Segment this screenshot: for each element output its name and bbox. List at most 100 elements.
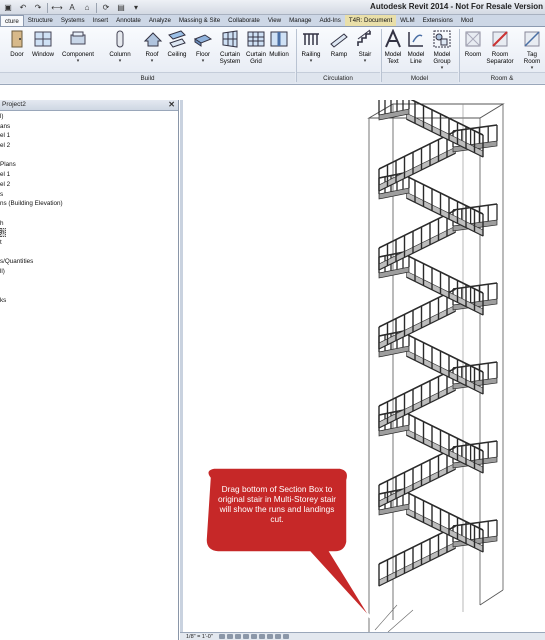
chevron-down-icon[interactable]: ▾ — [108, 58, 132, 65]
model-group-button[interactable]: Model Group ▾ — [431, 29, 453, 72]
tab-manage[interactable]: Manage — [285, 15, 315, 26]
tree-item[interactable]: s — [0, 190, 178, 200]
tab-add-ins[interactable]: Add-Ins — [316, 15, 345, 26]
open-icon[interactable]: ▣ — [2, 2, 14, 13]
room-separator-icon — [492, 31, 508, 47]
tree-item[interactable]: ll) — [0, 267, 178, 277]
tab-insert[interactable]: Insert — [89, 15, 112, 26]
tree-item[interactable]: t — [0, 238, 178, 248]
tab-t4r-document[interactable]: T4R: Document — [344, 15, 397, 26]
room-button[interactable]: Room — [462, 29, 484, 58]
tree-item[interactable]: el 2 — [0, 180, 178, 190]
close-icon[interactable]: ✕ — [168, 100, 175, 109]
tree-item[interactable]: s/Quantities — [0, 257, 178, 267]
window-button[interactable]: Window — [30, 29, 56, 58]
chevron-down-icon[interactable]: ▾ — [298, 58, 324, 65]
mullion-button[interactable]: Mullion — [266, 29, 292, 58]
crop-view-icon[interactable] — [250, 634, 257, 639]
chevron-down-icon[interactable]: ▾ — [354, 58, 376, 65]
lock-view-icon[interactable] — [266, 634, 273, 639]
tab-annotate[interactable]: Annotate — [112, 15, 145, 26]
tab-cture[interactable]: cture — [0, 15, 24, 26]
show-crop-icon[interactable] — [258, 634, 265, 639]
stair-level[interactable] — [378, 100, 498, 192]
3d-view-icon[interactable]: ⌂ — [81, 2, 93, 13]
column-button[interactable]: Column ▾ — [108, 29, 132, 65]
door-button[interactable]: Door — [6, 29, 28, 58]
chevron-down-icon[interactable]: ▾ — [192, 58, 214, 65]
tree-item[interactable]: l) — [0, 112, 178, 122]
chevron-down-icon[interactable]: ▾ — [431, 65, 453, 72]
sun-path-icon[interactable] — [234, 634, 241, 639]
multi-storey-stair-3d-view[interactable] — [183, 100, 545, 633]
tree-item[interactable] — [0, 286, 178, 296]
tree-item[interactable]: Plans — [0, 160, 178, 170]
tree-item[interactable]: ans — [0, 122, 178, 132]
curtain-grid-button[interactable]: Curtain Grid — [244, 29, 268, 65]
temp-hide-icon[interactable] — [274, 634, 281, 639]
stair-level[interactable] — [378, 250, 498, 350]
tree-item[interactable]: el 1 — [0, 170, 178, 180]
tag-room-button[interactable]: Tag Room ▾ — [520, 29, 544, 72]
tree-item[interactable] — [0, 277, 178, 287]
floor-button[interactable]: Floor ▾ — [192, 29, 214, 65]
tree-item[interactable]: ns (Building Elevation) — [0, 199, 178, 209]
ramp-button[interactable]: Ramp — [328, 29, 350, 58]
measure-icon[interactable]: ⟷ — [51, 2, 63, 13]
tree-item[interactable]: el 2 — [0, 141, 178, 151]
room-icon — [465, 31, 481, 47]
tab-mod[interactable]: Mod — [457, 15, 477, 26]
undo-icon[interactable]: ↶ — [17, 2, 29, 13]
drawing-area[interactable] — [180, 100, 545, 633]
sync-icon[interactable]: ⟳ — [100, 2, 112, 13]
stair-level[interactable] — [378, 171, 498, 271]
tab-extensions[interactable]: Extensions — [419, 15, 457, 26]
tree-item[interactable] — [0, 248, 178, 258]
tree-item[interactable]: ks — [0, 296, 178, 306]
shadows-icon[interactable] — [242, 634, 249, 639]
visual-style-icon[interactable] — [226, 634, 233, 639]
redo-icon[interactable]: ↷ — [32, 2, 44, 13]
room-separator-button[interactable]: Room Separator — [483, 29, 517, 65]
railing-button[interactable]: Railing ▾ — [298, 29, 324, 65]
dropdown-icon[interactable]: ▾ — [130, 2, 142, 13]
component-button[interactable]: Component ▾ — [60, 29, 96, 65]
tree-item[interactable]: h — [0, 228, 178, 238]
stair-icon — [357, 29, 371, 46]
stair-button[interactable]: Stair ▾ — [354, 29, 376, 65]
multi-storey-stair[interactable] — [378, 100, 498, 587]
chevron-down-icon[interactable]: ▾ — [520, 65, 544, 72]
view-scale[interactable]: 1/8" = 1'-0" — [186, 634, 213, 640]
tab-collaborate[interactable]: Collaborate — [224, 15, 264, 26]
tree-item[interactable]: h — [0, 219, 178, 229]
chevron-down-icon[interactable]: ▾ — [60, 58, 96, 65]
tab-wlm[interactable]: WLM — [396, 15, 418, 26]
roof-button[interactable]: Roof ▾ — [143, 29, 163, 65]
text-icon[interactable]: A — [66, 2, 78, 13]
callout-text: Drag bottom of Section Box to original s… — [217, 484, 337, 524]
tab-structure[interactable]: Structure — [24, 15, 57, 26]
reveal-hidden-icon[interactable] — [282, 634, 289, 639]
tab-massing-site[interactable]: Massing & Site — [175, 15, 224, 26]
ribbon-group-label: Model — [381, 72, 458, 83]
ceiling-button[interactable]: Ceiling — [164, 29, 190, 58]
curtain-system-button[interactable]: Curtain System — [217, 29, 243, 65]
model-line-button[interactable]: Model Line — [405, 29, 427, 65]
detail-level-icon[interactable] — [218, 634, 225, 639]
tab-view[interactable]: View — [264, 15, 285, 26]
project-tree: l) ans el 1 el 2 Plans el 1 el 2 s ns (Building … — [0, 111, 178, 306]
tree-item[interactable] — [0, 209, 178, 219]
stair-level[interactable] — [378, 408, 498, 508]
ribbon-button-label: Window — [31, 51, 54, 58]
switch-windows-icon[interactable]: ▤ — [115, 2, 127, 13]
chevron-down-icon[interactable]: ▾ — [143, 58, 161, 65]
stair-level[interactable] — [378, 487, 498, 587]
tree-item[interactable]: el 1 — [0, 131, 178, 141]
stair-level[interactable] — [378, 329, 498, 429]
ribbon-group-separator — [296, 29, 297, 82]
mullion-icon — [270, 31, 288, 47]
tab-analyze[interactable]: Analyze — [145, 15, 175, 26]
tree-item[interactable] — [0, 151, 178, 161]
model-text-button[interactable]: Model Text — [381, 29, 405, 65]
tab-systems[interactable]: Systems — [57, 15, 89, 26]
